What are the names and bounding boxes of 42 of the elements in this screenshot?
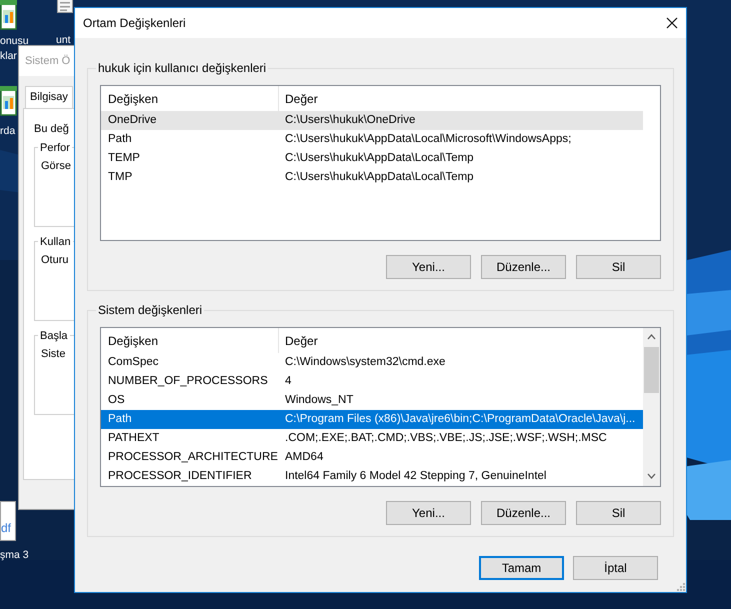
icon-label[interactable]: şma 3 [0, 548, 29, 562]
dialog-button[interactable]: Yeni... [386, 501, 471, 525]
resize-grip-icon[interactable] [677, 583, 685, 591]
dialog-button[interactable]: Yeni... [386, 255, 471, 279]
group-text: Oturu [41, 253, 69, 268]
list-row[interactable]: ComSpec C:\Windows\system32\cmd.exe [101, 353, 643, 372]
close-icon[interactable] [666, 17, 678, 29]
group-text: Siste [41, 347, 66, 362]
list-row[interactable]: TEMP C:\Users\hukuk\AppData\Local\Temp [101, 149, 643, 168]
dialog-button[interactable]: Sil [576, 255, 661, 279]
dialog-button[interactable]: Düzenle... [481, 501, 566, 525]
list-row[interactable]: PATHEXT .COM;.EXE;.BAT;.CMD;.VBS;.VBE;.JS;.JSE;.WSF;.WSH;.MSC [101, 429, 643, 448]
spreadsheet-file-icon[interactable] [0, 86, 17, 116]
column-header[interactable]: Değer [279, 86, 643, 111]
scrollbar[interactable] [643, 328, 660, 486]
list-row[interactable]: PROCESSOR_IDENTIFIER Intel64 Family 6 Model 42 Stepping 7, GenuineIntel [101, 467, 643, 486]
spreadsheet-file-icon[interactable] [0, 0, 17, 30]
dialog-button[interactable]: Sil [576, 501, 661, 525]
list-row[interactable]: OS Windows_NT [101, 391, 643, 410]
group-text: Görse [41, 159, 71, 174]
column-header[interactable]: Değer [279, 328, 643, 353]
group-title: Sistem değişkenleri [96, 303, 204, 317]
icon-label[interactable]: rda [0, 124, 16, 138]
column-header[interactable]: Değişken [101, 328, 279, 353]
icon-label[interactable]: onusu [0, 34, 29, 48]
list-row[interactable]: Path C:\Users\hukuk\AppData\Local\Microsoft\WindowsApps; [101, 130, 643, 149]
intro-text: Bu değ [34, 122, 70, 136]
list-row[interactable]: Path C:\Program Files (x86)\Java\jre6\bin;C:\ProgramData\Oracle\Java\j... [101, 410, 643, 429]
dialog-button[interactable]: Düzenle... [481, 255, 566, 279]
list-row[interactable]: NUMBER_OF_PROCESSORS 4 [101, 372, 643, 391]
icon-label[interactable]: unt [56, 33, 71, 47]
icon-label[interactable]: klar [0, 49, 17, 63]
tab[interactable]: Bilgisay [25, 86, 73, 108]
list-row[interactable]: PROCESSOR_ARCHITECTURE AMD64 [101, 448, 643, 467]
window-title: Ortam Değişkenleri [83, 15, 186, 32]
list-row[interactable]: TMP C:\Users\hukuk\AppData\Local\Temp [101, 168, 643, 187]
pdf-file-icon[interactable]: df [0, 501, 16, 541]
ok-button[interactable]: Tamam [479, 556, 564, 580]
group-title: hukuk için kullanıcı değişkenleri [96, 61, 268, 75]
list-row[interactable]: OneDrive C:\Users\hukuk\OneDrive [101, 111, 643, 130]
group-title: Başla [38, 328, 70, 344]
cancel-button[interactable]: İptal [573, 556, 658, 580]
